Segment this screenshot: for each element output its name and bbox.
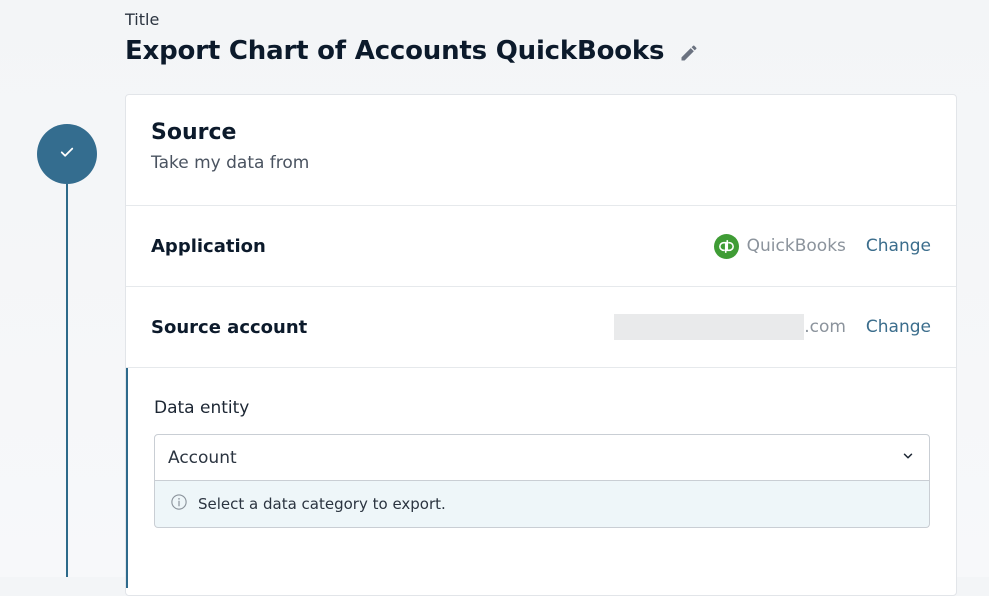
step-connector-line	[66, 184, 68, 577]
account-domain-suffix: .com	[804, 317, 846, 337]
pencil-icon[interactable]	[678, 42, 700, 64]
data-entity-hint-text: Select a data category to export.	[198, 495, 446, 513]
source-card: Source Take my data from Application Qui…	[125, 94, 957, 596]
data-entity-hint: Select a data category to export.	[154, 481, 930, 528]
source-account-label: Source account	[151, 316, 308, 338]
chevron-down-icon[interactable]	[901, 448, 915, 467]
check-icon	[58, 143, 76, 165]
change-account-link[interactable]: Change	[866, 317, 931, 337]
application-row: Application QuickBooks Change	[126, 206, 956, 287]
application-value: QuickBooks Change	[713, 233, 931, 259]
step-indicator	[37, 124, 97, 184]
redacted-account-email	[614, 314, 805, 340]
page-title: Export Chart of Accounts QuickBooks	[125, 36, 665, 66]
data-entity-select[interactable]: Account	[154, 434, 930, 481]
info-icon	[170, 493, 188, 515]
source-account-row: Source account .com Change	[126, 287, 956, 368]
data-entity-selected-value: Account	[168, 447, 237, 468]
change-application-link[interactable]: Change	[866, 236, 931, 256]
application-label: Application	[151, 235, 266, 257]
data-entity-label: Data entity	[154, 398, 250, 418]
title-label: Title	[125, 10, 160, 29]
application-name: QuickBooks	[746, 236, 846, 256]
title-row: Export Chart of Accounts QuickBooks	[125, 36, 700, 66]
source-account-value: .com Change	[614, 314, 931, 340]
data-entity-section: Data entity Account Select a data catego…	[126, 368, 956, 588]
quickbooks-logo	[713, 233, 739, 259]
source-title: Source	[151, 120, 237, 145]
source-subtitle: Take my data from	[151, 153, 310, 173]
source-header: Source Take my data from	[126, 95, 956, 206]
